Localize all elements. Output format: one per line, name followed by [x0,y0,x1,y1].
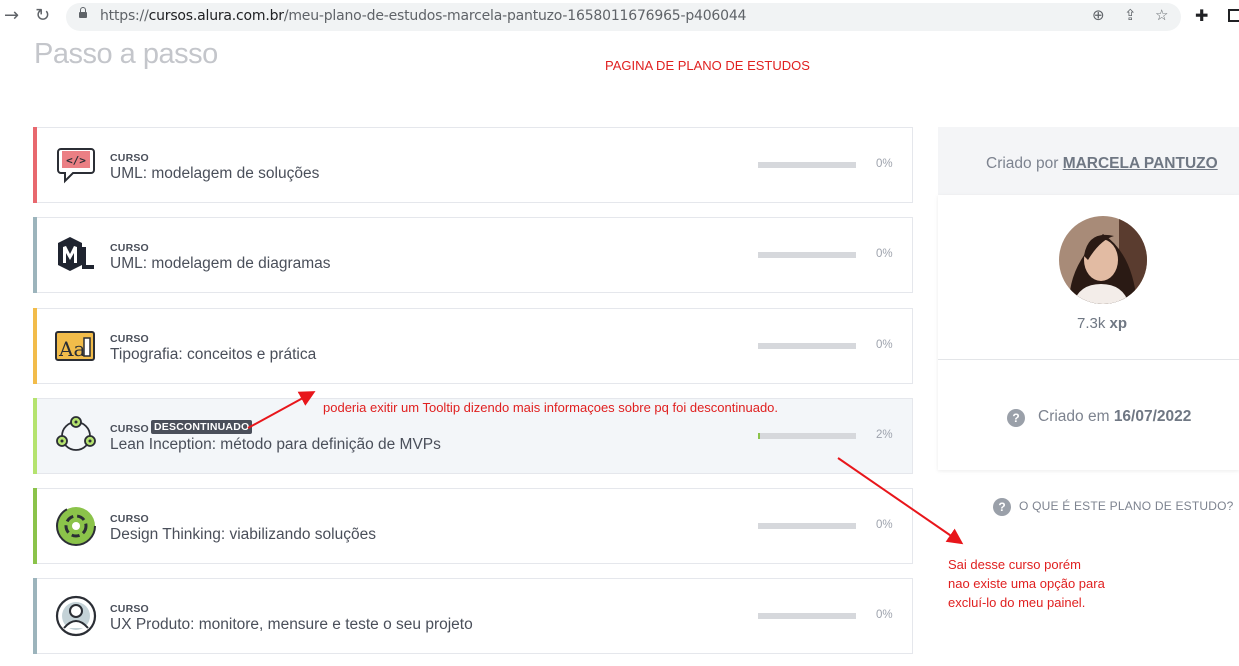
page-title: Passo a passo [34,38,218,70]
course-kind-label: CURSO [110,423,149,435]
course-card-ux-produto[interactable]: CURSO UX Produto: monitore, mensure e te… [33,578,913,654]
progress-percent: 2% [876,429,893,441]
progress-percent: 0% [876,248,893,260]
course-title[interactable]: Design Thinking: viabilizando soluções [110,526,376,544]
course-card-uml-diagramas[interactable]: CURSO UML: modelagem de diagramas 0% [33,217,913,293]
course-card-design-thinking[interactable]: CURSO Design Thinking: viabilizando solu… [33,488,913,564]
course-color-stripe [33,398,37,474]
course-kind-label: CURSO [110,603,149,615]
xp-unit: xp [1109,315,1128,332]
design-thinking-icon [54,504,98,548]
annotation-line: Sai desse curso porém [948,557,1081,572]
created-by-label: Criado por [986,155,1059,172]
address-bar[interactable]: https://cursos.alura.com.br/meu-plano-de… [66,3,1181,31]
created-at-label: Criado em [1038,408,1110,425]
annotation-remove-course: Sai desse curso porém nao existe uma opç… [948,555,1105,612]
created-at: Criado em 16/07/2022 [1038,408,1191,426]
course-title[interactable]: UX Produto: monitore, mensure e teste o … [110,616,473,634]
created-at-date: 16/07/2022 [1113,408,1192,425]
side-panel-icon[interactable] [1228,9,1239,22]
progress-fill [758,433,760,439]
discontinued-badge[interactable]: DESCONTINUADO [151,420,253,434]
zoom-icon[interactable]: ⊕ [1092,6,1105,24]
reload-icon[interactable]: ↻ [35,5,50,27]
annotation-line: nao existe uma opção para [948,576,1105,591]
progress-bar [758,162,856,168]
uml-logo-icon [54,233,98,277]
what-is-study-plan-link[interactable]: O QUE É ESTE PLANO DE ESTUDO? [1019,499,1234,513]
course-color-stripe [33,578,37,654]
course-kind-label: CURSO [110,333,149,345]
author-link[interactable]: MARCELA PANTUZO [1063,155,1218,172]
progress-percent: 0% [876,158,893,170]
url-text[interactable]: https://cursos.alura.com.br/meu-plano-de… [100,8,746,24]
progress-bar [758,252,856,258]
course-color-stripe [33,308,37,384]
annotation-page-label: PAGINA DE PLANO DE ESTUDOS [605,58,810,73]
svg-text:</>: </> [66,154,86,167]
course-title[interactable]: Lean Inception: método para definição de… [110,436,441,454]
question-circle-icon[interactable]: ? [1007,409,1025,427]
forward-arrow-icon[interactable]: → [4,5,19,27]
course-kind-label: CURSO [110,513,149,525]
course-kind-label: CURSO [110,242,149,254]
lock-icon[interactable] [79,7,87,18]
annotation-line: excluí-lo do meu painel. [948,595,1086,610]
share-icon[interactable]: ⇪ [1124,6,1137,24]
progress-bar [758,433,856,439]
ux-product-icon [54,594,98,638]
xp-points: 7.3k xp [1077,315,1127,332]
course-color-stripe [33,127,37,203]
course-title[interactable]: Tipografia: conceitos e prática [110,346,316,364]
course-title[interactable]: UML: modelagem de soluções [110,165,319,183]
course-title[interactable]: UML: modelagem de diagramas [110,255,331,273]
course-kind-label: CURSO [110,152,149,164]
help-question-icon[interactable]: ? [993,498,1011,516]
svg-text:Aa: Aa [58,337,85,361]
created-by: Criado por MARCELA PANTUZO [986,155,1218,173]
course-card-uml-solucoes[interactable]: </> CURSO UML: modelagem de soluções 0% [33,127,913,203]
progress-percent: 0% [876,609,893,621]
progress-bar [758,613,856,619]
course-color-stripe [33,488,37,564]
xp-value: 7.3k [1077,315,1106,332]
course-card-tipografia[interactable]: Aa CURSO Tipografia: conceitos e prática… [33,308,913,384]
uml-code-chat-icon: </> [54,143,98,187]
course-color-stripe [33,217,37,293]
progress-bar [758,343,856,349]
extensions-puzzle-icon[interactable]: ✚ [1195,6,1208,25]
divider [938,359,1239,360]
annotation-tooltip-suggestion: poderia exitir um Tooltip dizendo mais i… [323,400,779,415]
progress-bar [758,523,856,529]
browser-toolbar: → ↻ https://cursos.alura.com.br/meu-plan… [0,0,1239,34]
lean-inception-icon [54,414,98,458]
bookmark-star-icon[interactable]: ☆ [1155,6,1168,24]
progress-percent: 0% [876,339,893,351]
avatar[interactable] [1059,216,1147,304]
progress-percent: 0% [876,519,893,531]
typography-icon: Aa [54,324,98,368]
